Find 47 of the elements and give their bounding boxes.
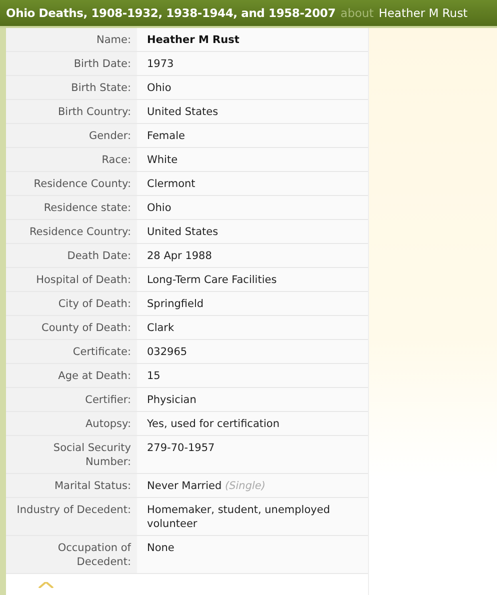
- field-label: Birth State:: [6, 76, 137, 99]
- field-label: Age at Death:: [6, 364, 137, 387]
- field-label: City of Death:: [6, 292, 137, 315]
- field-label: Occupation of Decedent:: [6, 536, 137, 573]
- field-label: Birth Country:: [6, 100, 137, 123]
- field-value: Clermont: [147, 178, 196, 190]
- field-value: Never Married: [147, 480, 222, 492]
- field-value: Homemaker, student, unemployed volunteer: [147, 504, 330, 530]
- field-label: Gender:: [6, 124, 137, 147]
- field-label: Marital Status:: [6, 474, 137, 497]
- field-value: United States: [147, 106, 218, 118]
- caret-icon[interactable]: [38, 582, 54, 588]
- field-value: 1973: [147, 58, 174, 70]
- field-value: 279-70-1957: [147, 442, 215, 454]
- field-value: 28 Apr 1988: [147, 250, 212, 262]
- person-name: Heather M Rust: [378, 6, 468, 20]
- field-value: Physician: [147, 394, 196, 406]
- field-value: 15: [147, 370, 160, 382]
- collection-title: Ohio Deaths, 1908-1932, 1938-1944, and 1958-2007: [6, 6, 336, 20]
- field-value: None: [147, 542, 174, 554]
- field-value: United States: [147, 226, 218, 238]
- field-label: Hospital of Death:: [6, 268, 137, 291]
- field-note: (Single): [224, 480, 266, 492]
- field-label: Birth Date:: [6, 52, 137, 75]
- field-label: Industry of Decedent:: [6, 498, 137, 535]
- field-label: Autopsy:: [6, 412, 137, 435]
- field-value: Female: [147, 130, 185, 142]
- field-label: Social Security Number:: [6, 436, 137, 473]
- field-label: Residence County:: [6, 172, 137, 195]
- field-value: Yes, used for certification: [147, 418, 280, 430]
- field-value: Heather M Rust: [147, 34, 240, 46]
- field-value: Clark: [147, 322, 174, 334]
- field-value: Ohio: [147, 202, 172, 214]
- field-value: Springfield: [147, 298, 204, 310]
- field-label: Residence state:: [6, 196, 137, 219]
- field-label: Certificate:: [6, 340, 137, 363]
- field-label: Residence Country:: [6, 220, 137, 243]
- field-label: Death Date:: [6, 244, 137, 267]
- about-label: about: [340, 6, 374, 20]
- field-label: County of Death:: [6, 316, 137, 339]
- field-value: 032965: [147, 346, 188, 358]
- field-label: Race:: [6, 148, 137, 171]
- field-value: Ohio: [147, 82, 172, 94]
- field-label: Certifier:: [6, 388, 137, 411]
- field-value: White: [147, 154, 178, 166]
- field-label: Name:: [6, 28, 137, 51]
- field-value: Long-Term Care Facilities: [147, 274, 277, 286]
